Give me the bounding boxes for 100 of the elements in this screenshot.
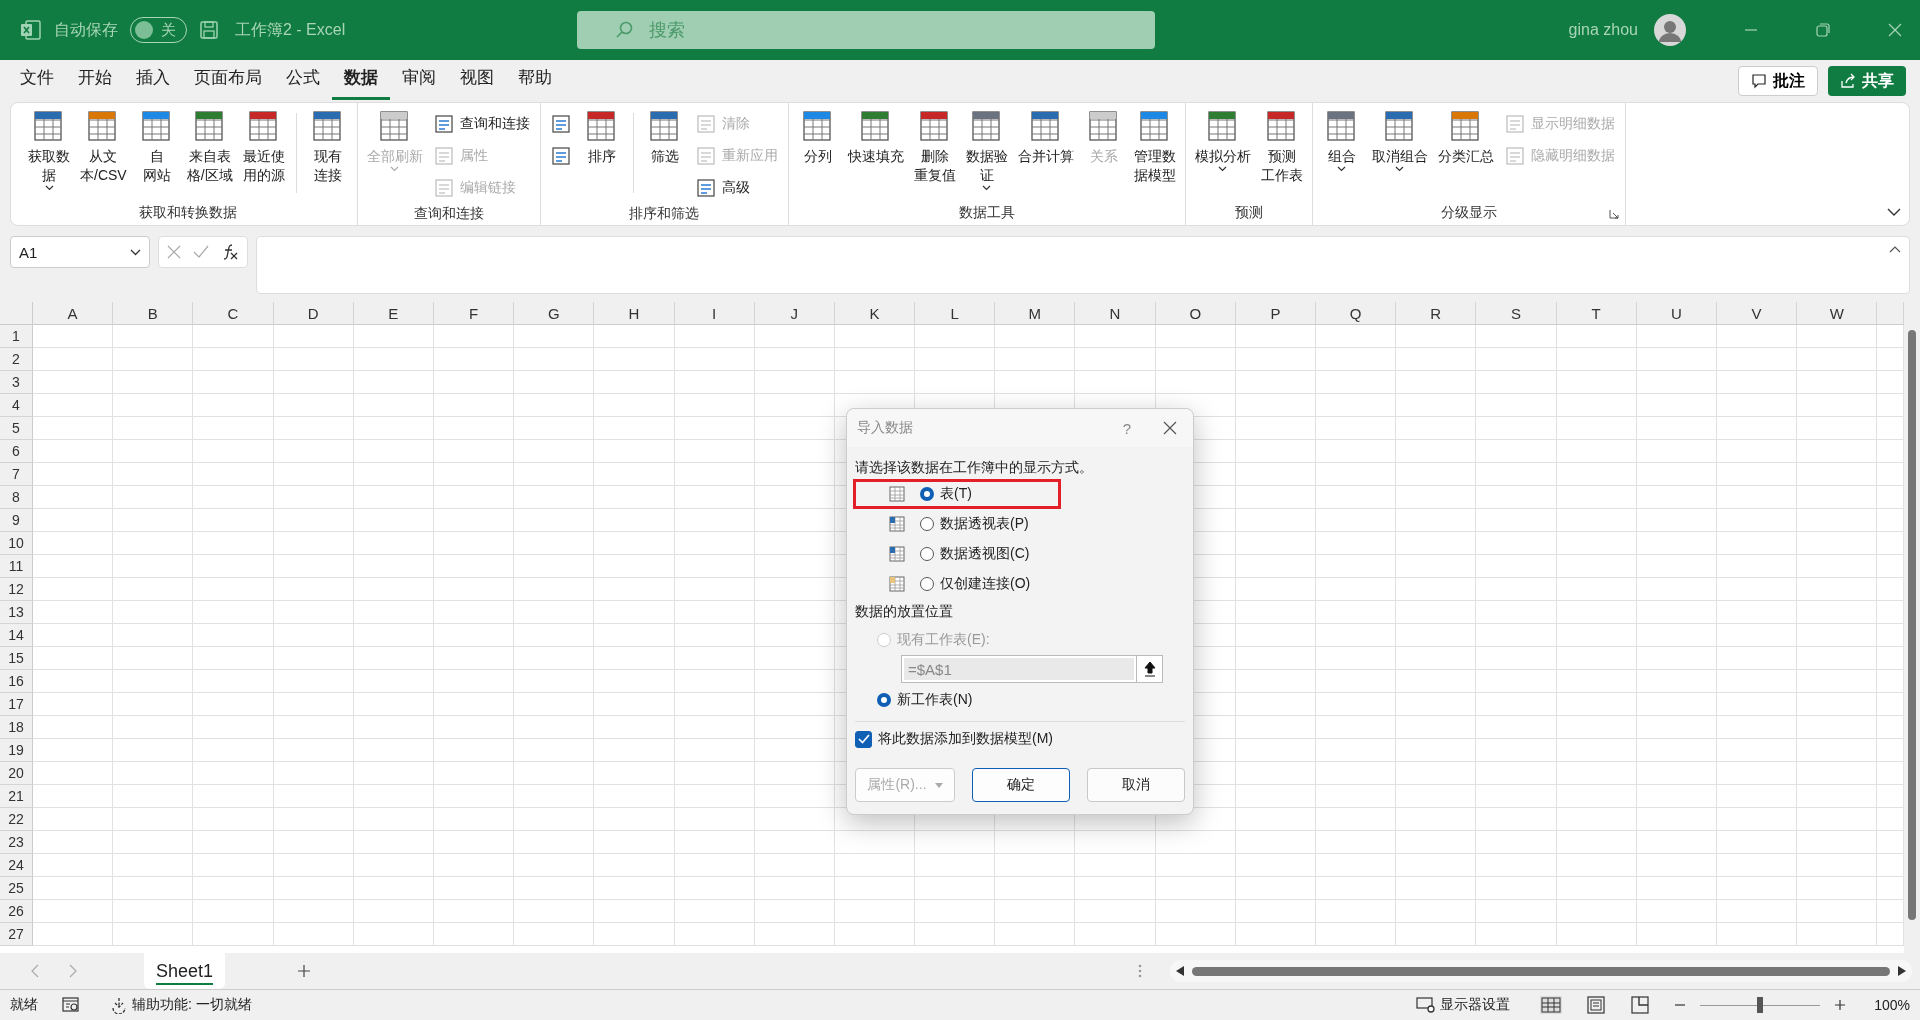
column-header[interactable]: R <box>1396 302 1477 325</box>
ribbon-button[interactable]: 预测 工作表 <box>1257 109 1306 185</box>
ribbon-button[interactable]: 取消组合 <box>1368 109 1431 172</box>
ribbon-button[interactable]: 模拟分析 <box>1191 109 1254 172</box>
ribbon-button[interactable]: 现有 连接 <box>304 109 351 185</box>
row-header[interactable]: 9 <box>0 509 33 532</box>
column-header[interactable]: M <box>995 302 1076 325</box>
column-header[interactable]: Q <box>1316 302 1397 325</box>
ribbon-button[interactable]: 来自表 格/区域 <box>183 109 236 185</box>
radio-option[interactable]: 新工作表(N) <box>877 691 1185 709</box>
ribbon-button[interactable]: 分列 <box>794 109 841 166</box>
row-header[interactable]: 20 <box>0 762 33 785</box>
dialog-button[interactable]: 取消 <box>1087 768 1185 802</box>
ribbon-tab[interactable]: 审阅 <box>390 60 448 100</box>
column-header[interactable]: K <box>834 302 916 325</box>
ribbon-button[interactable]: 快速填充 <box>844 109 907 166</box>
ribbon-tab[interactable]: 文件 <box>8 60 66 100</box>
row-header[interactable]: 17 <box>0 693 33 716</box>
row-header[interactable]: 19 <box>0 739 33 762</box>
row-header[interactable]: 27 <box>0 923 33 946</box>
row-header[interactable]: 23 <box>0 831 33 854</box>
row-header[interactable]: 11 <box>0 555 33 578</box>
ribbon-button[interactable]: 管理数 据模型 <box>1130 109 1179 185</box>
column-header[interactable]: F <box>433 302 515 325</box>
column-header[interactable]: G <box>514 302 595 325</box>
column-header[interactable]: U <box>1636 302 1717 325</box>
ribbon-small-button[interactable]: 查询和连接 <box>429 109 534 139</box>
row-header[interactable]: 13 <box>0 601 33 624</box>
row-header[interactable]: 10 <box>0 532 33 555</box>
column-header[interactable]: D <box>273 302 354 325</box>
name-box[interactable]: A1 <box>10 236 150 268</box>
row-header[interactable]: 3 <box>0 371 33 394</box>
ribbon-tab[interactable]: 开始 <box>66 60 124 100</box>
sheet-tab[interactable]: Sheet1 <box>144 953 226 989</box>
ribbon-tab[interactable]: 视图 <box>448 60 506 100</box>
ribbon-button[interactable]: 数据验 证 <box>962 109 1011 191</box>
row-header[interactable]: 15 <box>0 647 33 670</box>
radio-option[interactable]: 仅创建连接(O) <box>920 575 1031 593</box>
row-header[interactable]: 24 <box>0 854 33 877</box>
ribbon-button[interactable]: 最近使 用的源 <box>239 109 288 185</box>
column-header[interactable]: W <box>1797 302 1878 325</box>
ribbon-button[interactable]: 筛选 <box>641 109 688 166</box>
ribbon-tab[interactable]: 页面布局 <box>182 60 274 100</box>
row-header[interactable]: 14 <box>0 624 33 647</box>
column-header[interactable]: I <box>674 302 755 325</box>
ribbon-button[interactable]: 删除 重复值 <box>910 109 959 185</box>
row-header[interactable]: 4 <box>0 394 33 417</box>
share-button[interactable]: 共享 <box>1828 66 1906 96</box>
row-header[interactable]: 7 <box>0 463 33 486</box>
column-header[interactable]: C <box>193 302 274 325</box>
search-bar[interactable]: 搜索 <box>577 11 1155 49</box>
column-header[interactable]: A <box>33 302 114 325</box>
ribbon-small-button[interactable]: 高级 <box>691 173 782 203</box>
row-header[interactable]: 5 <box>0 417 33 440</box>
radio-option[interactable]: 数据透视图(C) <box>920 545 1030 563</box>
ribbon-tab[interactable]: 插入 <box>124 60 182 100</box>
row-header[interactable]: 6 <box>0 440 33 463</box>
column-header[interactable]: V <box>1716 302 1798 325</box>
ribbon-button[interactable]: 从文 本/CSV <box>77 109 130 185</box>
radio-option[interactable]: 数据透视表(P) <box>920 515 1029 533</box>
comments-button[interactable]: 批注 <box>1738 66 1818 96</box>
row-header[interactable]: 8 <box>0 486 33 509</box>
ribbon-button[interactable]: 合并计算 <box>1014 109 1077 166</box>
data-model-checkbox[interactable]: 将此数据添加到数据模型(M) <box>855 730 1185 748</box>
ribbon-button[interactable]: 获取数 据 <box>25 109 73 191</box>
status-text: 就绪 <box>10 996 38 1014</box>
row-header[interactable]: 12 <box>0 578 33 601</box>
ribbon-button[interactable]: 自 网站 <box>133 109 180 185</box>
row-header[interactable]: 21 <box>0 785 33 808</box>
column-header[interactable]: N <box>1075 302 1156 325</box>
column-header[interactable]: L <box>915 302 996 325</box>
column-header[interactable]: S <box>1476 302 1557 325</box>
row-header[interactable]: 25 <box>0 877 33 900</box>
zoom-level[interactable]: 100% <box>1874 997 1910 1013</box>
ribbon-button[interactable]: 组合 <box>1318 109 1365 172</box>
row-header[interactable]: 18 <box>0 716 33 739</box>
row-header[interactable]: 26 <box>0 900 33 923</box>
dialog-button[interactable]: 确定 <box>972 768 1070 802</box>
autosave-label: 自动保存 <box>54 19 118 40</box>
search-field[interactable]: 搜索 <box>647 18 1051 42</box>
ribbon-tab[interactable]: 公式 <box>274 60 332 100</box>
row-header[interactable]: 2 <box>0 348 33 371</box>
ribbon-button[interactable]: 排序 <box>578 109 625 166</box>
display-settings-button[interactable]: 显示器设置 <box>1410 995 1517 1015</box>
column-header[interactable]: E <box>353 302 434 325</box>
group-label: 获取和转换数据 <box>138 204 237 222</box>
group-label: 分级显示 <box>1440 204 1497 222</box>
row-header[interactable]: 16 <box>0 670 33 693</box>
column-header[interactable]: B <box>113 302 194 325</box>
column-header[interactable]: H <box>594 302 675 325</box>
row-header[interactable]: 1 <box>0 325 33 348</box>
radio-option[interactable]: 表(T) <box>920 485 972 503</box>
ribbon-button[interactable]: 分类汇总 <box>1434 109 1497 166</box>
ribbon-tab[interactable]: 帮助 <box>506 60 564 100</box>
column-header[interactable]: J <box>754 302 835 325</box>
column-header[interactable]: O <box>1155 302 1236 325</box>
column-header[interactable]: T <box>1556 302 1637 325</box>
column-header[interactable]: P <box>1235 302 1316 325</box>
row-header[interactable]: 22 <box>0 808 33 831</box>
accessibility-button[interactable]: 辅助功能: 一切就绪 <box>104 995 258 1015</box>
